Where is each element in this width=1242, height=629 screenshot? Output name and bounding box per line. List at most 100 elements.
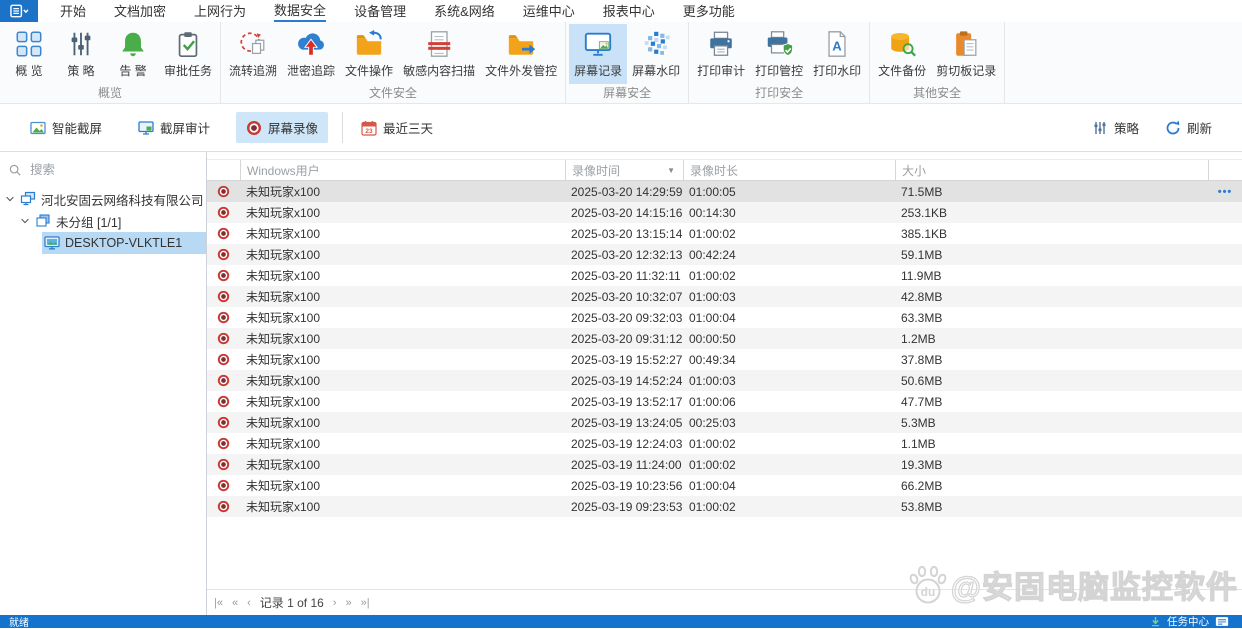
record-icon bbox=[217, 332, 230, 345]
toolbar-button[interactable]: 截屏审计 bbox=[128, 112, 220, 143]
table-row[interactable]: 未知玩家x100 2025-03-19 15:52:27 00:49:34 37… bbox=[207, 349, 1242, 370]
column-header-duration[interactable]: 录像时长 bbox=[683, 160, 895, 180]
ribbon-item[interactable]: 屏幕记录 bbox=[569, 24, 627, 84]
ribbon-item[interactable]: 泄密追踪 bbox=[282, 24, 340, 84]
search-icon bbox=[8, 163, 22, 177]
print-audit-icon bbox=[706, 29, 736, 59]
chevron-down-icon[interactable] bbox=[4, 193, 16, 205]
table-row[interactable]: 未知玩家x100 2025-03-20 09:32:03 01:00:04 63… bbox=[207, 307, 1242, 328]
ribbon-group-print-security: 打印审计 打印管控 打印水印 打印安全 bbox=[689, 22, 870, 103]
fast-prev-page-button[interactable]: « bbox=[232, 597, 238, 609]
menu-tab[interactable]: 开始 bbox=[46, 0, 100, 22]
tree-item-company[interactable]: 河北安固云网络科技有限公司 [1/1] bbox=[0, 188, 206, 210]
first-page-button[interactable]: |« bbox=[214, 597, 223, 609]
smart-screenshot-icon bbox=[30, 120, 46, 136]
ribbon: 概 览 策 略 告 警 审批任务 概览 bbox=[0, 22, 1242, 104]
ribbon-item[interactable]: 文件备份 bbox=[873, 24, 931, 84]
search-row bbox=[0, 159, 206, 188]
next-page-button[interactable]: › bbox=[333, 597, 337, 609]
ribbon-item[interactable]: 敏感内容扫描 bbox=[398, 24, 480, 84]
main-area: 河北安固云网络科技有限公司 [1/1] 未分组 [1/1] DESKTOP-VL… bbox=[0, 152, 1242, 615]
ribbon-item[interactable]: 流转追溯 bbox=[224, 24, 282, 84]
table-row[interactable]: 未知玩家x100 2025-03-20 11:32:11 01:00:02 11… bbox=[207, 265, 1242, 286]
menu-tab[interactable]: 运维中心 bbox=[509, 0, 589, 22]
column-header-icon[interactable] bbox=[207, 160, 240, 180]
app-menu-icon bbox=[10, 4, 29, 18]
toolbar-right-button[interactable]: 策略 bbox=[1082, 112, 1149, 143]
print-control-icon bbox=[764, 29, 794, 59]
table-row[interactable]: 未知玩家x100 2025-03-19 11:24:00 01:00:02 19… bbox=[207, 454, 1242, 475]
policy-small-icon bbox=[1092, 120, 1108, 136]
menu-tab[interactable]: 上网行为 bbox=[180, 0, 260, 22]
menu-tab[interactable]: 文档加密 bbox=[100, 0, 180, 22]
menu-tab[interactable]: 系统&网络 bbox=[420, 0, 509, 22]
menu-tab[interactable]: 设备管理 bbox=[340, 0, 420, 22]
ribbon-item[interactable]: 打印水印 bbox=[808, 24, 866, 84]
table-row[interactable]: 未知玩家x100 2025-03-19 09:23:53 01:00:02 53… bbox=[207, 496, 1242, 517]
ribbon-group-other-security: 文件备份 剪切板记录 其他安全 bbox=[870, 22, 1005, 103]
screen-video-icon bbox=[246, 120, 262, 136]
column-header-record-time[interactable]: 录像时间 ▼ bbox=[565, 160, 683, 180]
menu-tab[interactable]: 报表中心 bbox=[589, 0, 669, 22]
row-actions-button[interactable]: ••• bbox=[1208, 186, 1242, 198]
table-row[interactable]: 未知玩家x100 2025-03-19 12:24:03 01:00:02 1.… bbox=[207, 433, 1242, 454]
tree-item-ungrouped[interactable]: 未分组 [1/1] bbox=[0, 210, 206, 232]
tree-item-computer[interactable]: DESKTOP-VLKTLE1 bbox=[0, 232, 206, 254]
ribbon-item[interactable]: 告 警 bbox=[107, 24, 159, 84]
leak-track-icon bbox=[296, 29, 326, 59]
chevron-down-icon[interactable] bbox=[19, 215, 31, 227]
policy-icon bbox=[66, 29, 96, 59]
ribbon-item[interactable]: 打印审计 bbox=[692, 24, 750, 84]
column-header-size[interactable]: 大小 bbox=[895, 160, 1208, 180]
task-center-button[interactable]: 任务中心 bbox=[1167, 614, 1209, 629]
ribbon-group-label: 文件安全 bbox=[224, 84, 562, 103]
column-header-windows-user[interactable]: Windows用户 bbox=[240, 160, 565, 180]
screenshot-audit-icon bbox=[138, 120, 154, 136]
table-row[interactable]: 未知玩家x100 2025-03-20 10:32:07 01:00:03 42… bbox=[207, 286, 1242, 307]
table-row[interactable]: 未知玩家x100 2025-03-20 09:31:12 00:00:50 1.… bbox=[207, 328, 1242, 349]
table-row[interactable]: 未知玩家x100 2025-03-20 14:29:59 01:00:05 71… bbox=[207, 181, 1242, 202]
search-input[interactable] bbox=[28, 162, 182, 178]
toolbar-right-button[interactable]: 刷新 bbox=[1155, 112, 1222, 143]
status-ready-label: 就绪 bbox=[9, 614, 29, 629]
screen-record-icon bbox=[583, 29, 613, 59]
ribbon-item[interactable]: 屏幕水印 bbox=[627, 24, 685, 84]
flow-trace-icon bbox=[238, 29, 268, 59]
file-ops-icon bbox=[354, 29, 384, 59]
toolbar-button[interactable]: 最近三天 bbox=[342, 112, 443, 143]
app-menu-button[interactable] bbox=[0, 0, 38, 22]
ribbon-item[interactable]: 打印管控 bbox=[750, 24, 808, 84]
record-icon bbox=[217, 500, 230, 513]
screen-watermark-icon bbox=[641, 29, 671, 59]
table-row[interactable]: 未知玩家x100 2025-03-20 12:32:13 00:42:24 59… bbox=[207, 244, 1242, 265]
ribbon-item[interactable]: 审批任务 bbox=[159, 24, 217, 84]
table-row[interactable]: 未知玩家x100 2025-03-20 13:15:14 01:00:02 38… bbox=[207, 223, 1242, 244]
record-icon bbox=[217, 248, 230, 261]
menu-tabs: 开始 文档加密 上网行为 数据安全 设备管理 系统&网络 运维中心 报表中心 更… bbox=[46, 0, 749, 22]
fast-next-page-button[interactable]: » bbox=[346, 597, 352, 609]
menu-tab[interactable]: 更多功能 bbox=[669, 0, 749, 22]
prev-page-button[interactable]: ‹ bbox=[247, 597, 251, 609]
ribbon-item[interactable]: 文件外发管控 bbox=[480, 24, 562, 84]
sort-arrow-icon[interactable]: ▼ bbox=[667, 166, 675, 175]
last-page-button[interactable]: »| bbox=[361, 597, 370, 609]
ribbon-item[interactable]: 策 略 bbox=[55, 24, 107, 84]
computer-icon bbox=[44, 235, 60, 251]
ribbon-item[interactable]: 概 览 bbox=[3, 24, 55, 84]
ribbon-group-label: 打印安全 bbox=[692, 84, 866, 103]
table-row[interactable]: 未知玩家x100 2025-03-20 14:15:16 00:14:30 25… bbox=[207, 202, 1242, 223]
ribbon-item[interactable]: 剪切板记录 bbox=[931, 24, 1001, 84]
menu-tab[interactable]: 数据安全 bbox=[260, 0, 340, 22]
taskbar-panel-icon[interactable] bbox=[1215, 616, 1229, 627]
alert-bell-icon bbox=[118, 29, 148, 59]
ribbon-group-label: 概览 bbox=[3, 84, 217, 103]
file-backup-icon bbox=[887, 29, 917, 59]
table-row[interactable]: 未知玩家x100 2025-03-19 13:52:17 01:00:06 47… bbox=[207, 391, 1242, 412]
toolbar-button[interactable]: 屏幕录像 bbox=[236, 112, 328, 143]
table-row[interactable]: 未知玩家x100 2025-03-19 14:52:24 01:00:03 50… bbox=[207, 370, 1242, 391]
table-row[interactable]: 未知玩家x100 2025-03-19 13:24:05 00:25:03 5.… bbox=[207, 412, 1242, 433]
table-row[interactable]: 未知玩家x100 2025-03-19 10:23:56 01:00:04 66… bbox=[207, 475, 1242, 496]
ribbon-item[interactable]: 文件操作 bbox=[340, 24, 398, 84]
toolbar-button[interactable]: 智能截屏 bbox=[20, 112, 112, 143]
record-icon bbox=[217, 227, 230, 240]
